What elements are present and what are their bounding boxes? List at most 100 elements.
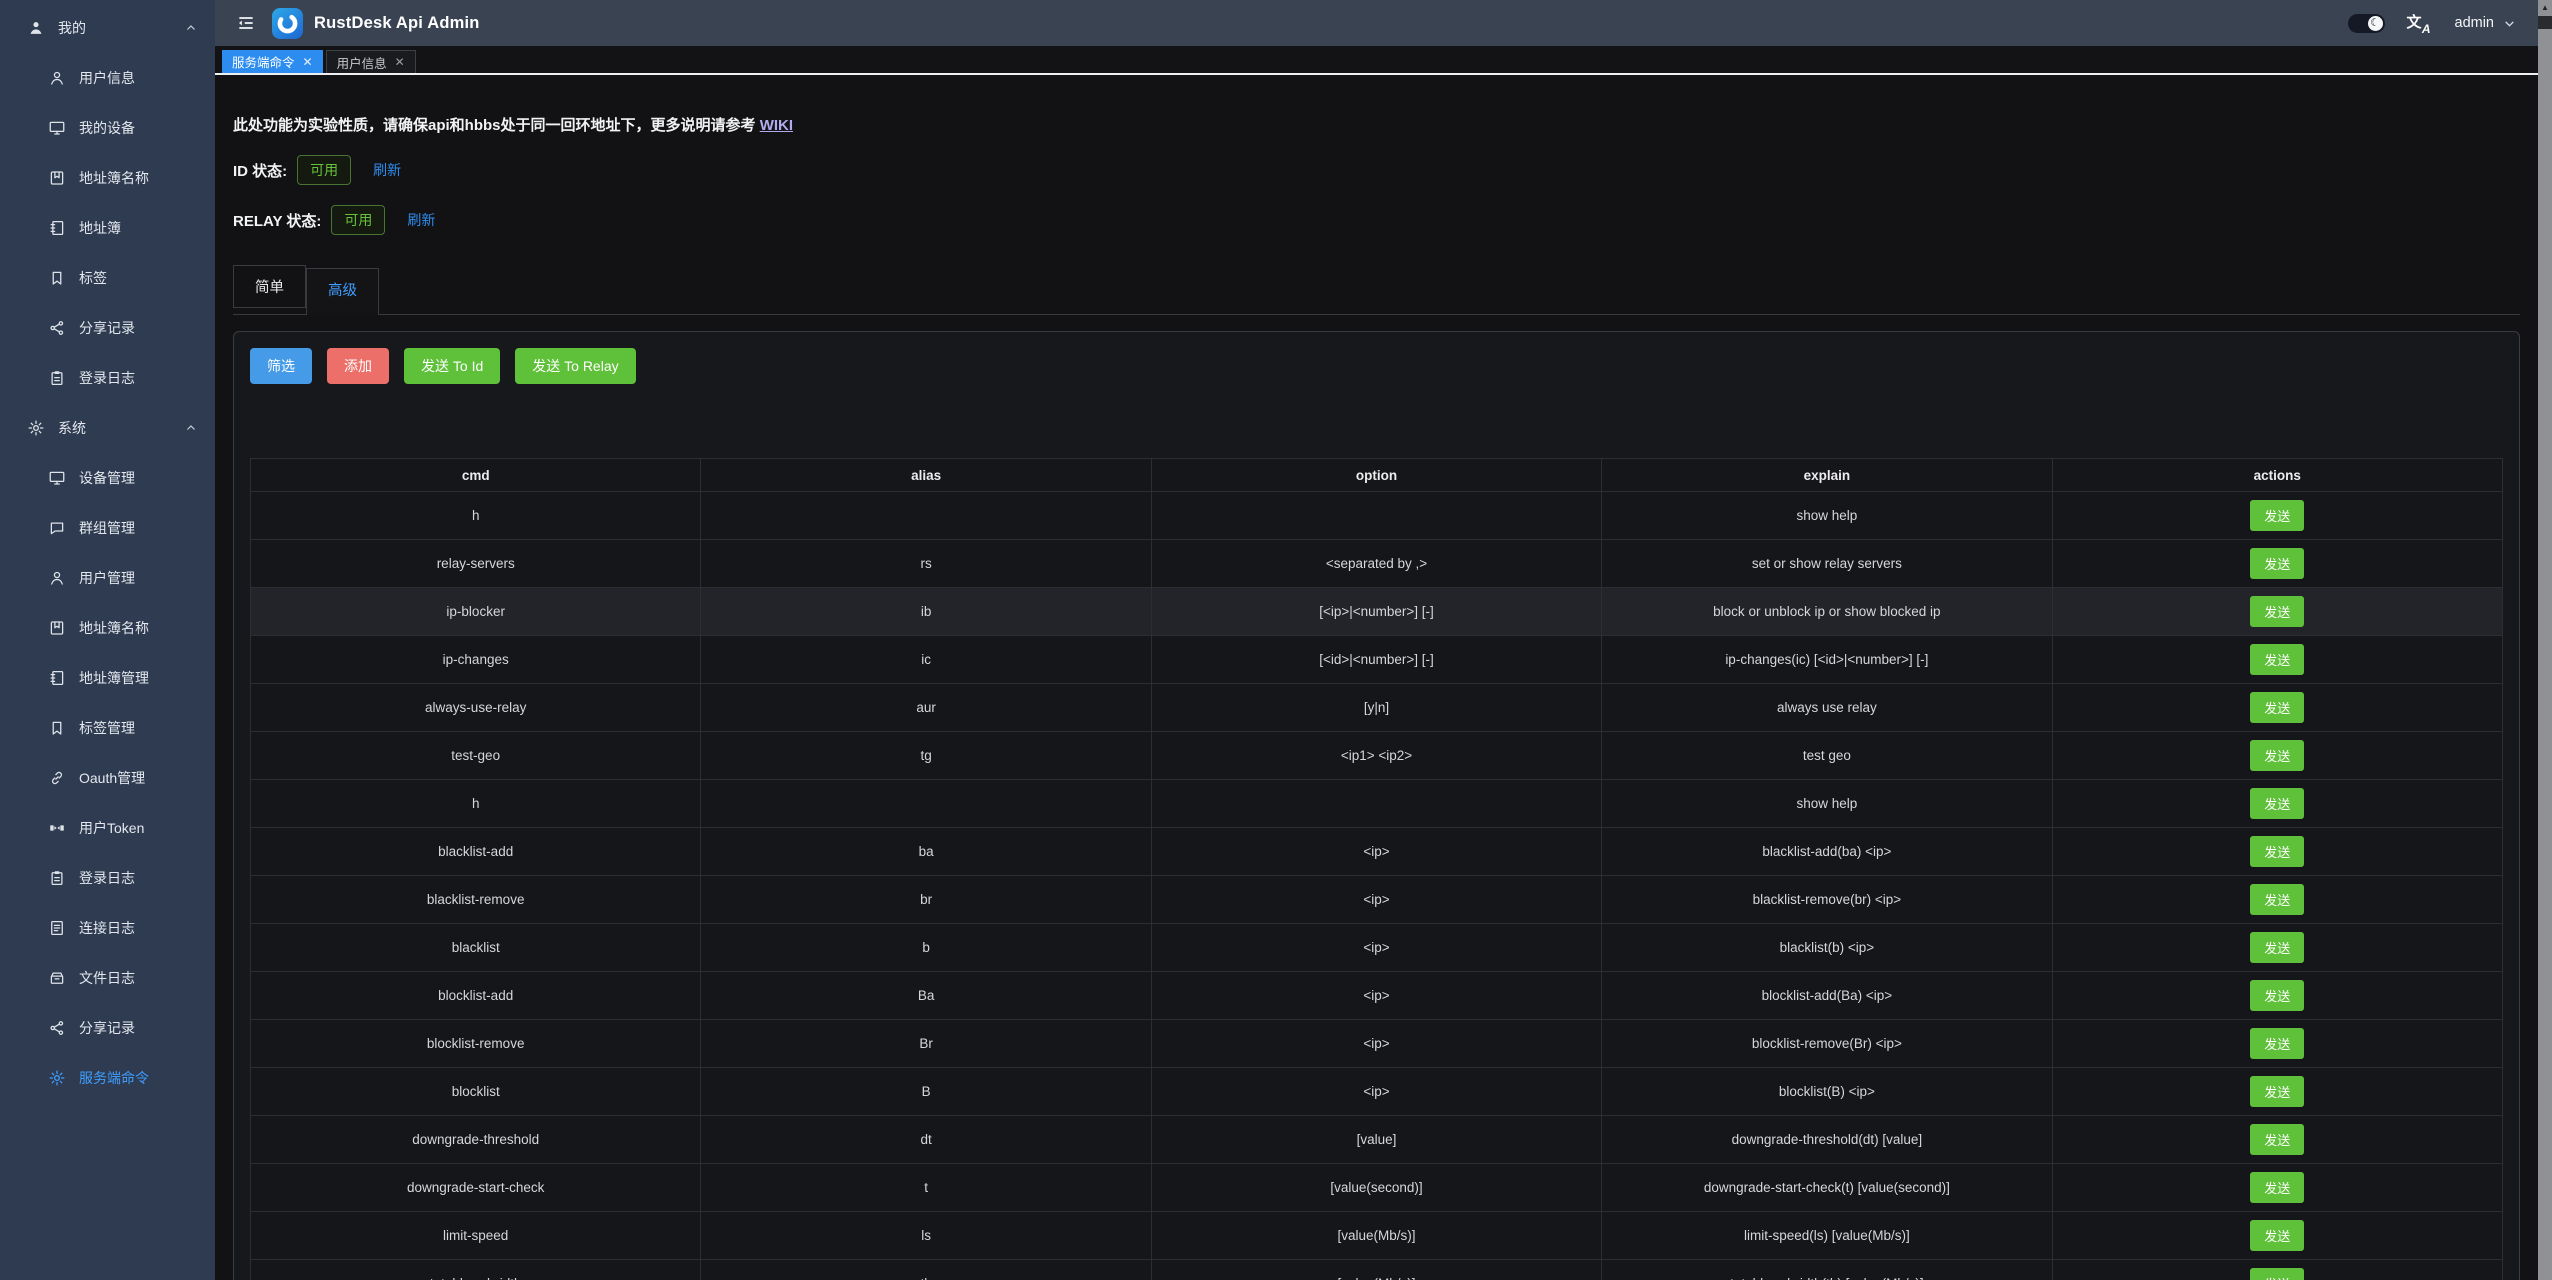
token-icon <box>48 819 66 837</box>
close-icon[interactable]: ✕ <box>395 56 405 68</box>
filter-button[interactable]: 筛选 <box>250 348 312 384</box>
user-menu[interactable]: admin <box>2455 15 2517 31</box>
scroll-up-arrow-icon[interactable]: ▲ <box>2538 0 2552 16</box>
sidebar-item-label: 分享记录 <box>79 318 135 338</box>
send-button[interactable]: 发送 <box>2250 980 2304 1011</box>
column-header-alias: alias <box>701 459 1151 492</box>
id-status-label: ID 状态: <box>233 160 287 181</box>
sidebar-item-my-devices[interactable]: 我的设备 <box>0 103 215 153</box>
cell-alias: tg <box>701 732 1151 780</box>
send-button[interactable]: 发送 <box>2250 740 2304 771</box>
sidebar-item-user-mgmt[interactable]: 用户管理 <box>0 553 215 603</box>
sidebar-item-share-records-admin[interactable]: 分享记录 <box>0 1003 215 1053</box>
relay-status-row: RELAY 状态: 可用 刷新 <box>233 205 2520 235</box>
send-button[interactable]: 发送 <box>2250 884 2304 915</box>
send-button[interactable]: 发送 <box>2250 788 2304 819</box>
cell-actions: 发送 <box>2052 828 2502 876</box>
cell-actions: 发送 <box>2052 1116 2502 1164</box>
cell-explain: block or unblock ip or show blocked ip <box>1602 588 2052 636</box>
cell-option: <ip> <box>1151 924 1601 972</box>
sidebar-item-address-book-names[interactable]: 地址簿名称 <box>0 153 215 203</box>
column-header-option: option <box>1151 459 1601 492</box>
cell-alias: ic <box>701 636 1151 684</box>
link-icon <box>48 769 66 787</box>
add-button[interactable]: 添加 <box>327 348 389 384</box>
sidebar-item-user-token[interactable]: 用户Token <box>0 803 215 853</box>
window-tab-server-commands[interactable]: 服务端命令 ✕ <box>222 50 323 73</box>
id-refresh-link[interactable]: 刷新 <box>373 160 401 180</box>
send-button[interactable]: 发送 <box>2250 1268 2304 1280</box>
sidebar-item-server-commands[interactable]: 服务端命令 <box>0 1053 215 1103</box>
experimental-notice: 此处功能为实验性质，请确保api和hbbs处于同一回环地址下，更多说明请参考 W… <box>233 114 2520 135</box>
send-button[interactable]: 发送 <box>2250 1076 2304 1107</box>
sidebar-item-tag-mgmt[interactable]: 标签管理 <box>0 703 215 753</box>
send-button[interactable]: 发送 <box>2250 692 2304 723</box>
sidebar-item-group-mgmt[interactable]: 群组管理 <box>0 503 215 553</box>
cell-cmd: h <box>251 780 701 828</box>
sidebar-item-device-mgmt[interactable]: 设备管理 <box>0 453 215 503</box>
send-button[interactable]: 发送 <box>2250 644 2304 675</box>
send-button[interactable]: 发送 <box>2250 1124 2304 1155</box>
send-to-relay-button[interactable]: 发送 To Relay <box>515 348 635 384</box>
chevron-up-icon <box>185 22 197 34</box>
sidebar-menu: 我的 用户信息 我的设备 地址簿名称 地址簿 标签 分享记录 <box>0 3 215 1103</box>
send-button[interactable]: 发送 <box>2250 932 2304 963</box>
cell-cmd: blacklist-remove <box>251 876 701 924</box>
sidebar-section-system[interactable]: 系统 <box>0 403 215 453</box>
cell-actions: 发送 <box>2052 876 2502 924</box>
send-button[interactable]: 发送 <box>2250 1172 2304 1203</box>
send-button[interactable]: 发送 <box>2250 1028 2304 1059</box>
send-button[interactable]: 发送 <box>2250 500 2304 531</box>
collapse-menu-icon[interactable] <box>236 13 256 33</box>
send-button[interactable]: 发送 <box>2250 1220 2304 1251</box>
window-tab-user-info[interactable]: 用户信息 ✕ <box>326 50 416 73</box>
sidebar-item-label: 群组管理 <box>79 518 135 538</box>
cell-cmd: always-use-relay <box>251 684 701 732</box>
send-to-id-button[interactable]: 发送 To Id <box>404 348 500 384</box>
notebook-icon <box>48 669 66 687</box>
sidebar-item-address-book-mgmt[interactable]: 地址簿管理 <box>0 653 215 703</box>
cell-explain: blacklist(b) <ip> <box>1602 924 2052 972</box>
cell-explain: blocklist-add(Ba) <ip> <box>1602 972 2052 1020</box>
view-tab-simple[interactable]: 简单 <box>233 265 306 308</box>
sidebar-item-file-logs[interactable]: 文件日志 <box>0 953 215 1003</box>
language-switch-icon[interactable]: 文A <box>2407 12 2431 34</box>
table-row: limit-speed ls [value(Mb/s)] limit-speed… <box>251 1212 2503 1260</box>
cell-cmd: downgrade-threshold <box>251 1116 701 1164</box>
view-tab-advanced[interactable]: 高级 <box>306 268 379 315</box>
scrollbar-thumb[interactable] <box>2538 29 2552 1280</box>
cell-actions: 发送 <box>2052 732 2502 780</box>
sidebar-item-label: 用户信息 <box>79 68 135 88</box>
dark-mode-toggle[interactable]: ☾ <box>2348 14 2385 33</box>
send-button[interactable]: 发送 <box>2250 836 2304 867</box>
sidebar-item-connection-logs[interactable]: 连接日志 <box>0 903 215 953</box>
clipboard-icon <box>48 369 66 387</box>
share-icon <box>48 1019 66 1037</box>
table-header-row: cmdaliasoptionexplainactions <box>251 459 2503 492</box>
sidebar-item-address-book-names-admin[interactable]: 地址簿名称 <box>0 603 215 653</box>
sidebar-item-share-records[interactable]: 分享记录 <box>0 303 215 353</box>
table-row: blocklist-add Ba <ip> blocklist-add(Ba) … <box>251 972 2503 1020</box>
sidebar-item-user-info[interactable]: 用户信息 <box>0 53 215 103</box>
send-button[interactable]: 发送 <box>2250 548 2304 579</box>
chat-icon <box>48 519 66 537</box>
sidebar-item-address-book[interactable]: 地址簿 <box>0 203 215 253</box>
relay-refresh-link[interactable]: 刷新 <box>407 210 435 230</box>
cell-explain: ip-changes(ic) [<id>|<number>] [-] <box>1602 636 2052 684</box>
cell-alias: ib <box>701 588 1151 636</box>
cell-explain: test geo <box>1602 732 2052 780</box>
cell-option: <ip> <box>1151 876 1601 924</box>
wiki-link[interactable]: WIKI <box>760 117 793 134</box>
vertical-scrollbar[interactable]: ▲ <box>2538 0 2552 1280</box>
sidebar-item-login-logs[interactable]: 登录日志 <box>0 353 215 403</box>
sidebar-item-login-logs-admin[interactable]: 登录日志 <box>0 853 215 903</box>
cell-option: [<id>|<number>] [-] <box>1151 636 1601 684</box>
cell-actions: 发送 <box>2052 684 2502 732</box>
cell-alias: br <box>701 876 1151 924</box>
sidebar-section-my[interactable]: 我的 <box>0 3 215 53</box>
close-icon[interactable]: ✕ <box>303 56 313 68</box>
sidebar-item-tags[interactable]: 标签 <box>0 253 215 303</box>
sidebar-item-oauth-mgmt[interactable]: Oauth管理 <box>0 753 215 803</box>
cell-actions: 发送 <box>2052 780 2502 828</box>
send-button[interactable]: 发送 <box>2250 596 2304 627</box>
